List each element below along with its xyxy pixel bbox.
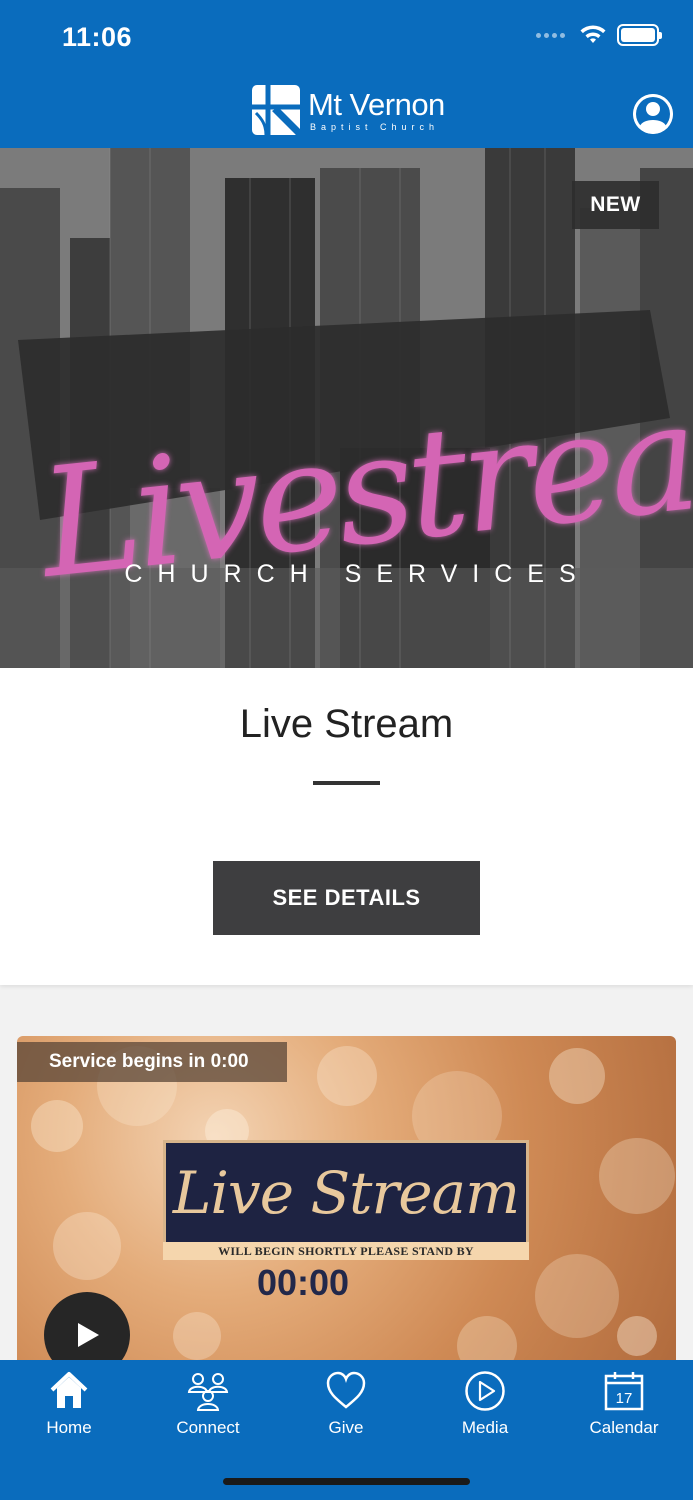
header-bar: 11:06 Mt Vernon Baptist Church	[0, 0, 693, 148]
tab-media-label: Media	[461, 1418, 509, 1437]
new-badge: NEW	[572, 181, 659, 229]
logo-mark-icon	[252, 85, 300, 136]
home-indicator[interactable]	[223, 1478, 470, 1485]
people-icon	[187, 1373, 229, 1411]
tab-media[interactable]: Media	[425, 1370, 545, 1438]
livestream-graphic-panel: Live Stream	[163, 1140, 529, 1258]
title-divider	[313, 781, 380, 785]
tab-home-label: Home	[46, 1418, 92, 1437]
livestream-graphic-title: Live Stream	[172, 1159, 520, 1227]
status-time: 11:06	[62, 22, 133, 52]
livestream-graphic-banner: WILL BEGIN SHORTLY PLEASE STAND BY	[163, 1242, 529, 1260]
signal-dots-icon	[536, 32, 565, 38]
service-countdown-label: Service begins in 0:00	[17, 1042, 287, 1082]
svg-text:17: 17	[616, 1390, 633, 1407]
user-circle-icon[interactable]	[633, 94, 673, 134]
tab-connect[interactable]: Connect	[148, 1370, 268, 1438]
see-details-button[interactable]: SEE DETAILS	[213, 861, 480, 935]
livestream-graphic-countdown: 00:00	[256, 1262, 350, 1303]
home-icon	[50, 1372, 88, 1408]
battery-icon	[617, 24, 662, 46]
logo-name: Mt Vernon	[308, 86, 445, 122]
tab-give[interactable]: Give	[286, 1370, 406, 1438]
play-icon	[78, 1323, 99, 1347]
heart-icon	[326, 1371, 366, 1409]
logo-subtitle: Baptist Church	[310, 121, 440, 132]
livestream-video-card[interactable]: Service begins in 0:00 Live Stream WILL …	[17, 1036, 676, 1376]
calendar-icon: 17	[604, 1372, 644, 1411]
play-circle-icon	[465, 1371, 505, 1411]
hero-subtitle: CHURCH SERVICES	[124, 560, 591, 588]
livestream-info-card: Live Stream SEE DETAILS	[0, 668, 693, 985]
app-screen: 11:06 Mt Vernon Baptist Church Livestrea…	[0, 0, 693, 1500]
wifi-icon	[580, 25, 606, 43]
church-logo[interactable]: Mt Vernon Baptist Church	[250, 83, 445, 137]
tab-connect-label: Connect	[176, 1418, 240, 1437]
tab-calendar-label: Calendar	[589, 1418, 659, 1437]
tab-calendar[interactable]: 17 Calendar	[564, 1370, 684, 1438]
status-icons	[536, 24, 662, 46]
tab-give-label: Give	[328, 1418, 364, 1437]
card-title: Live Stream	[239, 702, 454, 746]
tab-home[interactable]: Home	[9, 1370, 129, 1438]
